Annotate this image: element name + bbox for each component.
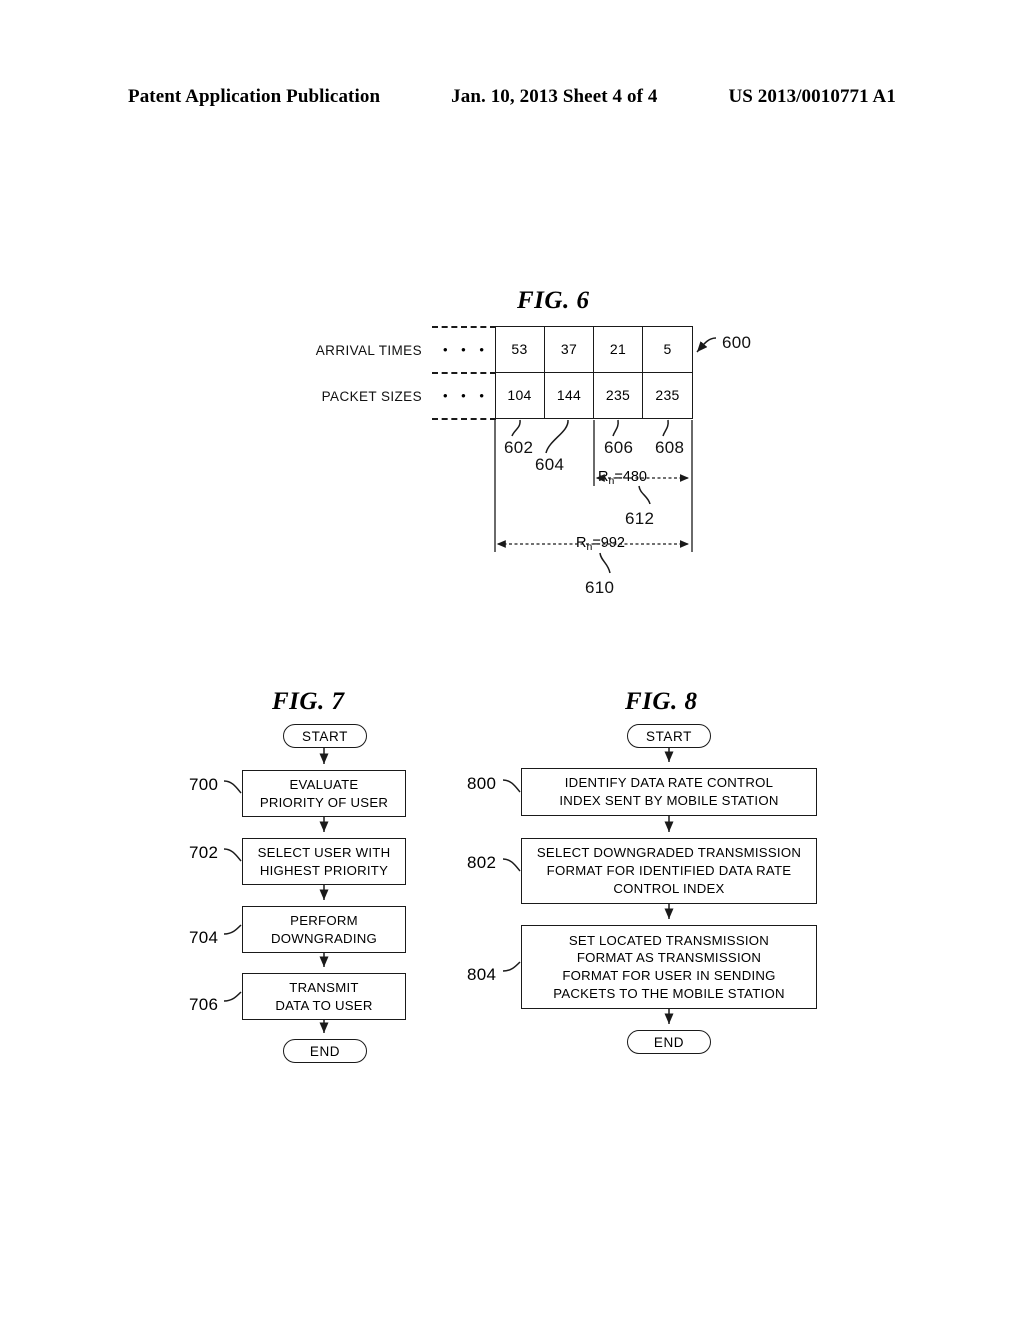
fig8-leader-804 [502, 961, 521, 972]
fig6-dim992-prefix: R [576, 535, 587, 551]
fig8-title: FIG. 8 [625, 688, 698, 715]
fig6-cell-arrival-3: 5 [643, 326, 693, 372]
fig8-start-terminator: START [627, 724, 711, 748]
fig6-dimension-label-480: Rn=480 [596, 469, 649, 487]
fig6-ellipsis-packet-sizes: • • • [443, 388, 489, 403]
fig6-dashed-leader-top [432, 326, 496, 328]
fig6-dim480-prefix: R [598, 469, 609, 485]
fig6-ref-602: 602 [504, 438, 534, 457]
fig7-step-700: EVALUATE PRIORITY OF USER [242, 770, 406, 817]
fig6-ref-608: 608 [655, 438, 685, 457]
fig6-dim480-suffix: =480 [614, 469, 647, 485]
publication-number-label: US 2013/0010771 A1 [728, 86, 896, 107]
fig7-step-704: PERFORM DOWNGRADING [242, 906, 406, 953]
fig6-title: FIG. 6 [517, 287, 590, 314]
fig6-dashed-leader-bottom [432, 418, 496, 420]
fig6-cell-arrival-2: 21 [594, 326, 643, 372]
fig8-step-804: SET LOCATED TRANSMISSION FORMAT AS TRANSM… [521, 925, 817, 1009]
fig7-ref-702: 702 [189, 843, 219, 862]
fig6-row-label-packet-sizes: PACKET SIZES [321, 389, 422, 404]
fig8-ref-800: 800 [467, 774, 497, 793]
fig6-row-label-arrival-times: ARRIVAL TIMES [315, 343, 422, 358]
fig7-leader-704 [223, 924, 242, 935]
fig8-step-802: SELECT DOWNGRADED TRANSMISSION FORMAT FOR… [521, 838, 817, 904]
fig6-cell-arrival-0: 53 [495, 326, 545, 372]
fig6-cell-arrival-1: 37 [545, 326, 594, 372]
fig6-leader-606 [612, 419, 619, 437]
fig7-ref-704: 704 [189, 928, 219, 947]
fig6-leader-612 [638, 485, 651, 505]
fig6-ref-604: 604 [535, 455, 565, 474]
page-header: Patent Application Publication Jan. 10, … [128, 86, 896, 108]
fig7-step-702: SELECT USER WITH HIGHEST PRIORITY [242, 838, 406, 885]
fig6-dashed-leader-middle [432, 372, 496, 374]
fig6-dimension-label-992: Rn=992 [574, 535, 627, 553]
fig6-cell-packet-1: 144 [545, 372, 594, 418]
fig8-leader-800 [502, 779, 521, 793]
publication-type-label: Patent Application Publication [128, 86, 381, 107]
fig7-end-terminator: END [283, 1039, 367, 1063]
fig7-step-706: TRANSMIT DATA TO USER [242, 973, 406, 1020]
fig8-ref-802: 802 [467, 853, 497, 872]
fig6-cell-packet-3: 235 [643, 372, 693, 418]
fig7-start-terminator: START [283, 724, 367, 748]
fig6-leader-600 [696, 337, 717, 353]
fig6-cell-packet-0: 104 [495, 372, 545, 418]
fig6-ref-610: 610 [585, 578, 615, 597]
fig6-ellipsis-arrival-times: • • • [443, 342, 489, 357]
fig6-dim992-suffix: =992 [592, 535, 625, 551]
figure-line-overlay [223, 337, 717, 1033]
fig7-leader-702 [223, 848, 242, 862]
fig7-leader-706 [223, 991, 242, 1002]
fig6-dim480-subscript: n [608, 475, 615, 487]
fig6-dim992-subscript: n [586, 541, 593, 553]
fig8-step-800: IDENTIFY DATA RATE CONTROL INDEX SENT BY … [521, 768, 817, 816]
fig6-table-border-bottom [495, 418, 693, 419]
fig6-leader-608 [662, 419, 669, 437]
fig6-leader-604 [545, 419, 569, 454]
fig7-ref-706: 706 [189, 995, 219, 1014]
fig7-leader-700 [223, 780, 242, 794]
fig6-leader-602 [511, 419, 521, 437]
fig7-title: FIG. 7 [272, 688, 345, 715]
fig6-leader-610 [599, 552, 611, 574]
fig7-ref-700: 700 [189, 775, 219, 794]
fig6-cell-packet-2: 235 [594, 372, 643, 418]
fig8-ref-804: 804 [467, 965, 497, 984]
publication-date-sheet-label: Jan. 10, 2013 Sheet 4 of 4 [451, 86, 658, 107]
fig6-ref-606: 606 [604, 438, 634, 457]
fig6-ref-600: 600 [722, 333, 752, 352]
fig6-ref-612: 612 [625, 509, 655, 528]
fig8-end-terminator: END [627, 1030, 711, 1054]
fig8-leader-802 [502, 858, 521, 872]
